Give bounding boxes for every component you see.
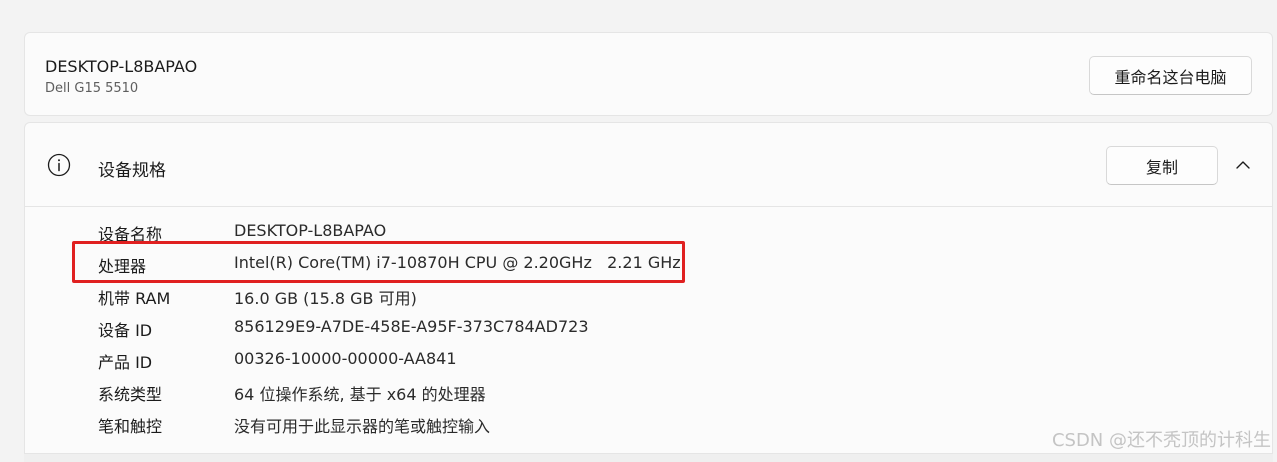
rename-pc-button[interactable]: 重命名这台电脑 — [1089, 56, 1252, 95]
spec-row-product-id: 产品 ID 00326-10000-00000-AA841 — [25, 349, 725, 381]
device-model: Dell G15 5510 — [45, 81, 139, 96]
device-specs-card: 设备规格 复制 设备名称 DESKTOP-L8BAPAO 处理器 Intel(R… — [24, 122, 1273, 462]
spec-value[interactable]: 856129E9-A7DE-458E-A95F-373C784AD723 — [234, 317, 589, 336]
copy-button[interactable]: 复制 — [1106, 146, 1218, 185]
spec-label: 系统类型 — [98, 385, 163, 404]
spec-value[interactable]: DESKTOP-L8BAPAO — [234, 221, 386, 240]
spec-label: 机带 RAM — [98, 289, 171, 308]
watermark: CSDN @还不秃顶的计科生 — [1051, 430, 1271, 451]
spec-label: 设备 ID — [98, 321, 153, 340]
spec-value[interactable]: 16.0 GB (15.8 GB 可用) — [234, 285, 417, 309]
chevron-up-icon[interactable] — [1233, 155, 1253, 175]
spec-row-device-id: 设备 ID 856129E9-A7DE-458E-A95F-373C784AD7… — [25, 317, 725, 349]
spec-row-ram: 机带 RAM 16.0 GB (15.8 GB 可用) — [25, 285, 725, 317]
device-specs-header[interactable]: 设备规格 复制 — [25, 123, 1272, 207]
device-name: DESKTOP-L8BAPAO — [45, 57, 198, 76]
spec-value[interactable]: 64 位操作系统, 基于 x64 的处理器 — [234, 381, 486, 405]
spec-value[interactable]: 00326-10000-00000-AA841 — [234, 349, 457, 368]
spec-row-system-type: 系统类型 64 位操作系统, 基于 x64 的处理器 — [25, 381, 725, 413]
about-page: DESKTOP-L8BAPAO Dell G15 5510 重命名这台电脑 设备… — [0, 0, 1277, 462]
spec-label: 产品 ID — [98, 353, 153, 372]
spec-row-pen-touch: 笔和触控 没有可用于此显示器的笔或触控输入 — [25, 413, 725, 445]
spec-label: 笔和触控 — [98, 417, 163, 436]
info-icon — [47, 153, 71, 177]
next-card-edge — [24, 453, 1273, 462]
device-specs-title: 设备规格 — [98, 161, 166, 181]
spec-value[interactable]: 没有可用于此显示器的笔或触控输入 — [234, 413, 490, 437]
device-card: DESKTOP-L8BAPAO Dell G15 5510 重命名这台电脑 — [24, 32, 1273, 116]
processor-highlight-box — [72, 241, 685, 283]
